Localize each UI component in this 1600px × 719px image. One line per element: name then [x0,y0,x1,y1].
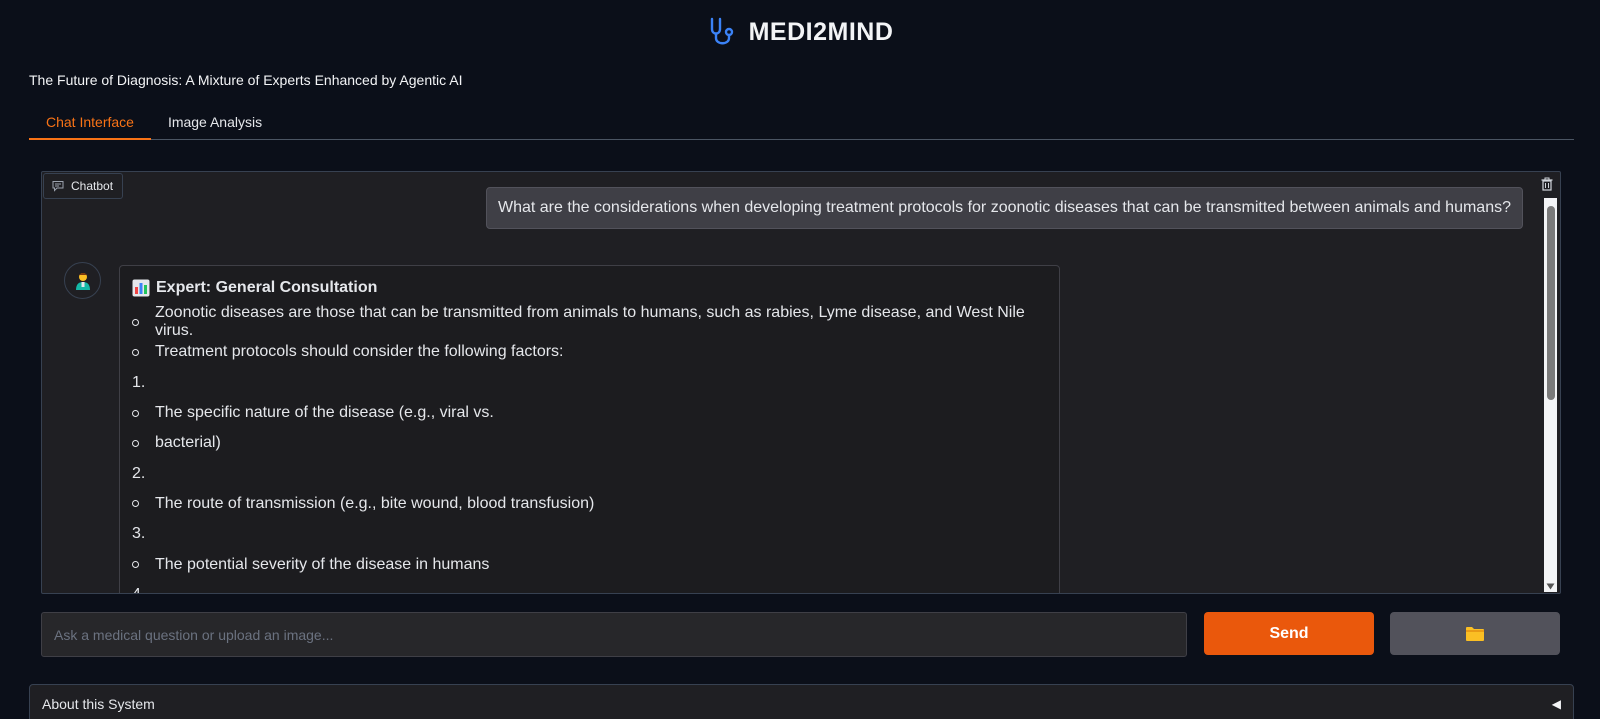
about-accordion[interactable]: About this System ◀ [29,684,1574,719]
tab-bar: Chat Interface Image Analysis [29,108,1574,140]
folder-icon [1466,626,1484,641]
bot-message-line: The potential severity of the disease in… [132,549,1047,579]
bullet-marker [132,318,155,326]
scrollbar-thumb[interactable] [1547,206,1555,400]
list-number: 2. [132,464,146,482]
bot-message: Expert: General Consultation Zoonotic di… [119,265,1060,593]
bot-message-lines: Zoonotic diseases are those that can be … [132,304,1047,593]
about-label: About this System [42,696,155,712]
scroll-down-arrow[interactable] [1545,581,1556,591]
triangle-down-icon [1546,583,1555,589]
user-message: What are the considerations when develop… [485,187,1523,229]
list-number: 1. [132,373,146,391]
bot-message-line: 2. [132,458,1047,488]
bullet-marker [132,348,155,356]
list-number: 4. [132,586,155,593]
bot-message-line: The route of transmission (e.g., bite wo… [132,489,1047,519]
app-title: MEDI2MIND [748,17,894,46]
question-input[interactable] [41,612,1187,657]
list-number: 3. [132,525,146,543]
bullet-marker [132,439,155,447]
chatbot-label: Chatbot [43,173,124,199]
bot-message-line: 1. [132,368,1047,398]
chat-scrollbar[interactable] [1544,198,1557,592]
clear-chat-button[interactable] [1537,174,1557,194]
bot-message-line: Treatment protocols should consider the … [132,337,1047,367]
bot-line-text: Zoonotic diseases are those that can be … [155,304,1025,340]
bot-line-text: Treatment protocols should consider the … [155,343,564,361]
bot-message-line: The specific nature of the disease (e.g.… [132,398,1047,428]
bot-line-text: bacterial) [155,434,221,452]
stethoscope-icon [710,17,733,45]
tab-image-analysis[interactable]: Image Analysis [151,108,279,140]
collapse-arrow-icon: ◀ [1551,697,1561,711]
bot-line-text: The potential severity of the disease in… [155,555,490,573]
tab-chat-interface[interactable]: Chat Interface [29,108,151,140]
doctor-avatar-icon [75,272,90,290]
bot-line-text: The specific nature of the disease (e.g.… [155,404,494,422]
bot-message-line: bacterial) [132,428,1047,458]
bullet-marker [132,500,155,508]
app-header: MEDI2MIND [0,16,1600,48]
expert-heading-text: Expert: General Consultation [156,279,378,296]
send-button[interactable]: Send [1204,612,1374,655]
bot-message-heading: Expert: General Consultation [132,277,1047,299]
bullet-marker [132,409,155,417]
bot-line-text: The route of transmission (e.g., bite wo… [155,494,595,512]
chat-icon [52,181,64,192]
app-page: MEDI2MIND The Future of Diagnosis: A Mix… [0,0,1600,719]
bot-avatar [64,262,101,299]
bot-message-line: 4. [132,580,1047,593]
bullet-marker [132,561,155,569]
chatbot-label-text: Chatbot [71,179,114,193]
app-subtitle: The Future of Diagnosis: A Mixture of Ex… [29,72,463,88]
bot-message-line: 3. [132,519,1047,549]
trash-icon [1541,177,1553,191]
chatbot-panel: Chatbot What are the considerations when… [41,171,1561,594]
bar-chart-icon [132,279,150,297]
bot-message-line: Zoonotic diseases are those that can be … [132,304,1047,340]
upload-button[interactable] [1390,612,1560,655]
